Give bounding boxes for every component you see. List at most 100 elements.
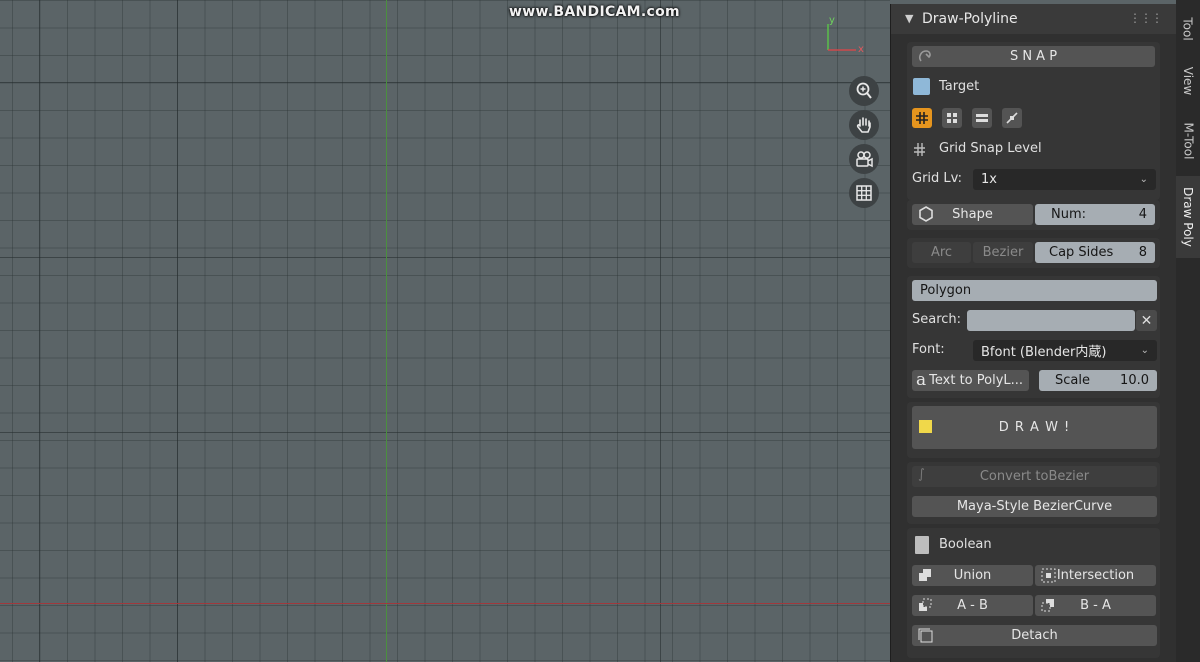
grid-icon[interactable]: [849, 178, 879, 208]
text-to-poly-label: Text to PolyL...: [929, 373, 1024, 388]
boolean-section: Boolean Union Intersection A - B B - A D…: [907, 528, 1160, 658]
snap-edge-icon[interactable]: [972, 108, 992, 128]
close-icon: ✕: [1140, 312, 1153, 329]
snap-vertex-icon[interactable]: [942, 108, 962, 128]
arc-button[interactable]: Arc: [912, 242, 971, 263]
cap-sides-value: 8: [1138, 245, 1147, 260]
snap-label: S N A P: [1009, 49, 1058, 64]
grid-major-line: [0, 432, 890, 433]
cap-sides-label: Cap Sides: [1049, 245, 1114, 260]
detach-icon: [918, 628, 933, 647]
grid-snap-level-label: Grid Snap Level: [939, 141, 1042, 156]
curve-type-section: Arc Bezier Cap Sides 8: [907, 238, 1160, 268]
sidebar-tabs: Tool View M-Tool Draw Poly: [1176, 0, 1200, 662]
tab-tool[interactable]: Tool: [1176, 6, 1200, 52]
draw-button[interactable]: D R A W !: [912, 406, 1157, 449]
snap-section: S N A P Target Grid Snap Level Grid Lv: …: [907, 42, 1160, 200]
convert-section: ∫ Convert toBezier Maya-Style BezierCurv…: [907, 462, 1160, 524]
shape-button[interactable]: Shape: [912, 204, 1033, 225]
difference-icon: [1041, 598, 1056, 617]
shape-label: Shape: [952, 207, 993, 222]
convert-label: Convert toBezier: [979, 469, 1090, 484]
chevron-down-icon: ⌄: [1139, 174, 1148, 185]
font-dropdown[interactable]: Bfont (Blender内蔵) ⌄: [973, 340, 1157, 361]
cap-sides-field[interactable]: Cap Sides 8: [1035, 242, 1155, 263]
search-label: Search:: [912, 312, 962, 327]
magnet-icon: [917, 48, 933, 68]
chevron-down-icon: ⌄: [1140, 345, 1149, 356]
grid-lv-dropdown[interactable]: 1x ⌄: [973, 169, 1156, 190]
num-value: 4: [1138, 207, 1147, 222]
snap-diagonal-icon[interactable]: [1002, 108, 1022, 128]
hand-pan-icon[interactable]: [849, 110, 879, 140]
curve-icon: ∫: [918, 467, 925, 482]
x-axis-line: [0, 603, 890, 604]
target-icon: [913, 78, 930, 95]
tab-draw-poly-label: Draw Poly: [1181, 187, 1195, 247]
detach-button[interactable]: Detach: [912, 625, 1157, 646]
bezier-label: Bezier: [982, 245, 1024, 260]
panel-header[interactable]: ▼ Draw-Polyline ⋮⋮⋮: [891, 4, 1176, 34]
boolean-label: Boolean: [939, 537, 992, 552]
intersection-label: Intersection: [1056, 568, 1135, 583]
tab-tool-label: Tool: [1181, 17, 1195, 41]
watermark: www.BANDICAM.com: [509, 4, 680, 20]
panel-title: Draw-Polyline: [922, 11, 1018, 27]
grid-major-line: [660, 0, 661, 662]
font-label: Font:: [912, 342, 945, 357]
num-field[interactable]: Num: 4: [1035, 204, 1155, 225]
target-label: Target: [939, 79, 980, 94]
grid-lv-value: 1x: [981, 172, 997, 187]
intersection-icon: [1041, 568, 1056, 587]
draw-color-swatch: [919, 420, 932, 433]
snap-grid-icon[interactable]: [912, 108, 932, 128]
draw-label: D R A W !: [998, 420, 1071, 435]
grid-major-line: [39, 0, 40, 662]
intersection-button[interactable]: Intersection: [1035, 565, 1156, 586]
b-minus-a-label: B - A: [1080, 598, 1111, 613]
zoom-icon[interactable]: [849, 76, 879, 106]
grid-major-line: [177, 0, 178, 662]
bezier-button[interactable]: Bezier: [973, 242, 1033, 263]
num-label: Num:: [1051, 207, 1087, 222]
union-label: Union: [953, 568, 992, 583]
chevron-down-icon[interactable]: ▼: [905, 12, 913, 25]
camera-icon[interactable]: [849, 144, 879, 174]
hexagon-icon: [918, 206, 934, 226]
union-icon: [918, 568, 933, 587]
a-minus-b-label: A - B: [957, 598, 988, 613]
tab-view[interactable]: View: [1176, 58, 1200, 104]
polygon-button[interactable]: Polygon: [912, 280, 1157, 301]
maya-label: Maya-Style BezierCurve: [956, 499, 1113, 514]
a-minus-b-button[interactable]: A - B: [912, 595, 1033, 616]
draw-polyline-panel: ▼ Draw-Polyline ⋮⋮⋮ S N A P Target Grid …: [890, 4, 1176, 662]
drag-grip-icon[interactable]: ⋮⋮⋮: [1129, 11, 1163, 25]
y-axis-line: [386, 0, 387, 662]
detach-label: Detach: [1011, 628, 1058, 643]
maya-style-bezier-button[interactable]: Maya-Style BezierCurve: [912, 496, 1157, 517]
font-value: Bfont (Blender内蔵): [981, 345, 1107, 360]
difference-icon: [918, 598, 933, 617]
clear-search-button[interactable]: ✕: [1136, 310, 1157, 331]
polygon-section: Polygon Search: ✕ Font: Bfont (Blender内蔵…: [907, 276, 1160, 398]
tab-m-tool[interactable]: M-Tool: [1176, 110, 1200, 172]
union-button[interactable]: Union: [912, 565, 1033, 586]
scale-label: Scale: [1055, 373, 1090, 388]
tab-view-label: View: [1181, 66, 1196, 96]
convert-to-bezier-button[interactable]: ∫ Convert toBezier: [912, 466, 1157, 487]
search-input[interactable]: [967, 310, 1135, 331]
tab-draw-poly[interactable]: Draw Poly: [1176, 176, 1200, 258]
boolean-icon: [915, 536, 929, 554]
gizmo-y-label: y: [829, 15, 835, 26]
gizmo-x-label: x: [858, 44, 864, 55]
grid-lv-label: Grid Lv:: [912, 171, 963, 186]
arc-label: Arc: [930, 245, 953, 260]
scale-value: 10.0: [1120, 373, 1149, 388]
snap-button[interactable]: S N A P: [912, 46, 1155, 67]
3d-viewport[interactable]: www.BANDICAM.com y x: [0, 0, 890, 662]
grid-snap-icon: [913, 142, 929, 162]
text-to-polyline-button[interactable]: a Text to PolyL...: [912, 370, 1029, 391]
axis-gizmo[interactable]: y x: [820, 14, 870, 56]
b-minus-a-button[interactable]: B - A: [1035, 595, 1156, 616]
scale-field[interactable]: Scale 10.0: [1039, 370, 1157, 391]
